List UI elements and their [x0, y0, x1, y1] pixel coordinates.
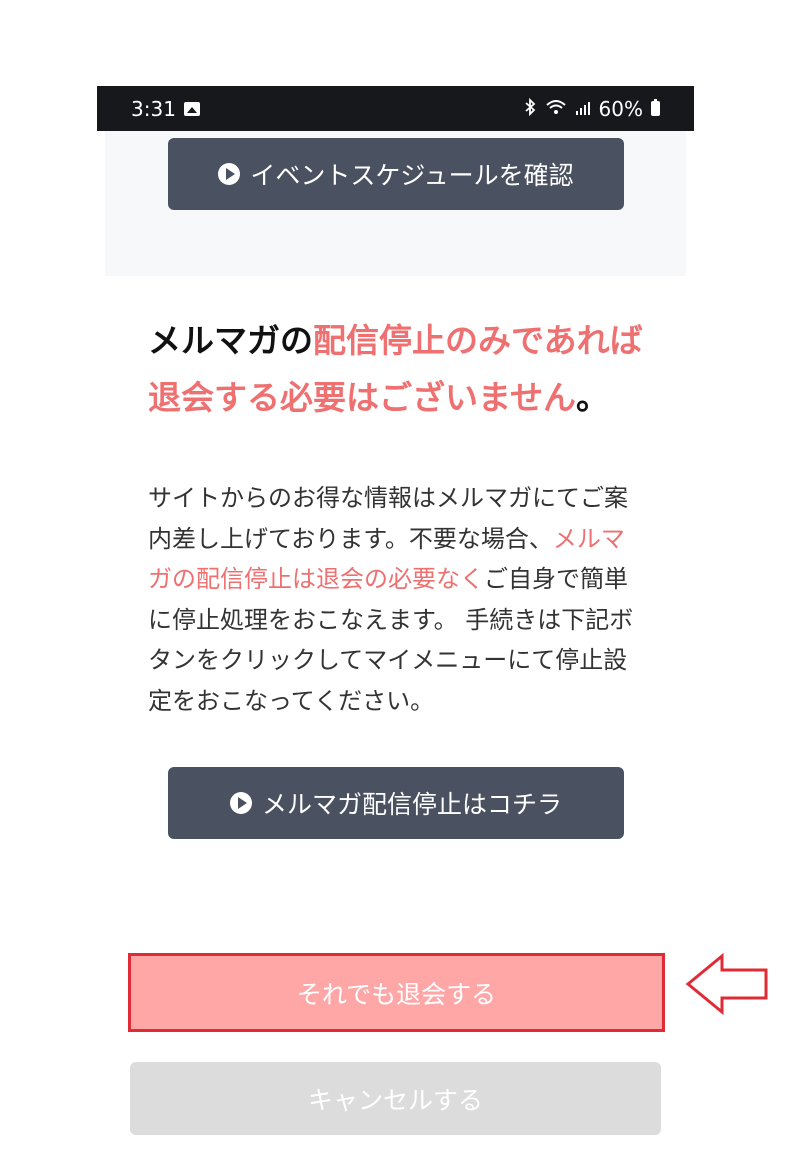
signal-icon: [575, 97, 591, 121]
left-arrow-icon: [685, 952, 768, 1016]
play-circle-icon: [229, 792, 252, 814]
headline: メルマガの配信停止のみであれば退会する必要はございません。: [148, 312, 648, 426]
event-schedule-label: イベントスケジュールを確認: [250, 161, 574, 190]
status-bar: 3:31 60%: [97, 86, 694, 131]
photo-icon: [183, 101, 200, 116]
bluetooth-icon: [523, 97, 537, 121]
body-text: サイトからのお得な情報はメルマガにてご案内差し上げております。不要な場合、メルマ…: [148, 478, 638, 721]
status-right: 60%: [523, 97, 660, 121]
status-left: 3:31: [131, 97, 200, 121]
cancel-button[interactable]: キャンセルする: [130, 1062, 661, 1135]
withdraw-button[interactable]: それでも退会する: [128, 953, 665, 1032]
battery-icon: [651, 99, 660, 116]
event-schedule-button[interactable]: イベントスケジュールを確認: [168, 138, 624, 210]
newsletter-stop-label: メルマガ配信停止はコチラ: [261, 790, 562, 819]
status-time: 3:31: [131, 96, 176, 121]
newsletter-stop-button[interactable]: メルマガ配信停止はコチラ: [168, 767, 624, 839]
headline-part1: メルマガの: [148, 321, 313, 360]
cancel-label: キャンセルする: [307, 1085, 483, 1115]
play-circle-icon: [218, 163, 241, 185]
battery-percent: 60%: [598, 96, 643, 121]
headline-part3: 。: [576, 378, 610, 417]
wifi-icon: [545, 97, 567, 121]
withdraw-label: それでも退会する: [296, 979, 497, 1009]
